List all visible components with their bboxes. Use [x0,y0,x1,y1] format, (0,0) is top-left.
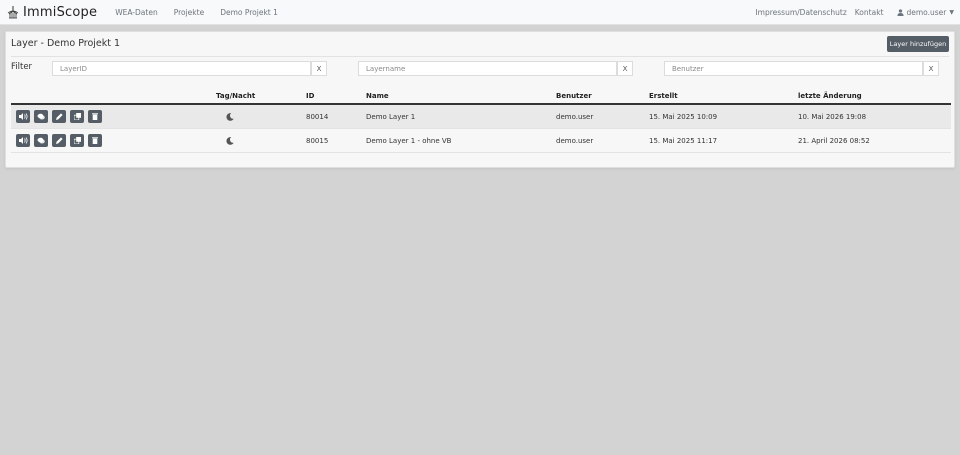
user-menu[interactable]: demo.user ▼ [897,8,954,17]
add-layer-button[interactable]: Layer hinzufügen [887,36,949,52]
col-tagnacht[interactable]: Tag/Nacht [216,92,255,100]
brand[interactable]: ImmiScope [6,5,97,20]
wind-turbine-logo-icon [7,6,19,19]
layers-button[interactable] [34,134,48,147]
nav-link-wea-daten[interactable]: WEA-Daten [115,8,158,17]
map-layers-icon [37,137,45,144]
sound-icon [18,137,27,144]
col-name[interactable]: Name [366,92,389,100]
edit-button[interactable] [52,110,66,123]
cell-name: Demo Layer 1 [366,113,416,121]
moon-icon [226,113,234,121]
table-header: Tag/Nacht ID Name Benutzer Erstellt letz… [11,87,951,105]
col-erstellt[interactable]: Erstellt [649,92,678,100]
nav-link-kontakt[interactable]: Kontakt [855,8,884,17]
copy-icon [73,137,81,144]
sound-button[interactable] [16,134,30,147]
benutzer-clear-button[interactable]: X [923,61,939,76]
user-name: demo.user [906,7,947,17]
edit-pencil-icon [55,137,63,144]
edit-pencil-icon [55,113,63,120]
delete-button[interactable] [88,110,102,123]
divider [11,56,949,57]
top-navbar: ImmiScope WEA-Daten Projekte Demo Projek… [0,0,960,25]
user-icon [897,8,905,16]
copy-icon [73,113,81,120]
copy-button[interactable] [70,110,84,123]
layerid-clear-button[interactable]: X [311,61,327,76]
row-actions [16,134,106,147]
edit-button[interactable] [52,134,66,147]
cell-letzte-aenderung: 21. April 2026 08:52 [798,137,870,145]
trash-icon [92,137,98,144]
row-actions [16,110,106,123]
table-row[interactable]: 80014 Demo Layer 1 demo.user 15. Mai 202… [11,105,951,129]
nav-link-impressum[interactable]: Impressum/Datenschutz [755,8,846,17]
cell-erstellt: 15. Mai 2025 11:17 [649,137,718,145]
layer-card: Layer - Demo Projekt 1 Layer hinzufügen … [5,31,955,168]
map-layers-icon [37,113,45,120]
delete-button[interactable] [88,134,102,147]
cell-benutzer: demo.user [556,137,594,145]
cell-name: Demo Layer 1 - ohne VB [366,137,452,145]
cell-id: 80014 [306,113,329,121]
trash-icon [92,113,98,120]
cell-id: 80015 [306,137,329,145]
nav-link-demo-projekt[interactable]: Demo Projekt 1 [220,8,278,17]
col-benutzer[interactable]: Benutzer [556,92,592,100]
sound-icon [18,113,27,120]
col-letzte-aenderung[interactable]: letzte Änderung [798,92,862,100]
layername-clear-button[interactable]: X [617,61,633,76]
cell-erstellt: 15. Mai 2025 10:09 [649,113,718,121]
col-id[interactable]: ID [306,92,314,100]
nav-link-projekte[interactable]: Projekte [174,8,205,17]
layer-table: Tag/Nacht ID Name Benutzer Erstellt letz… [11,87,951,153]
page-title: Layer - Demo Projekt 1 [11,38,121,49]
layername-filter-input[interactable]: Layername [358,61,617,76]
copy-button[interactable] [70,134,84,147]
nav-right: Impressum/Datenschutz Kontakt demo.user … [747,8,954,17]
benutzer-filter-input[interactable]: Benutzer [664,61,923,76]
moon-icon [226,137,234,145]
cell-letzte-aenderung: 10. Mai 2026 19:08 [798,113,867,121]
filter-label: Filter [11,62,33,72]
cell-benutzer: demo.user [556,113,594,121]
brand-name: ImmiScope [23,4,98,20]
layers-button[interactable] [34,110,48,123]
layerid-filter-input[interactable]: LayerID [52,61,311,76]
caret-down-icon: ▼ [949,8,954,16]
table-row[interactable]: 80015 Demo Layer 1 - ohne VB demo.user 1… [11,129,951,153]
sound-button[interactable] [16,110,30,123]
